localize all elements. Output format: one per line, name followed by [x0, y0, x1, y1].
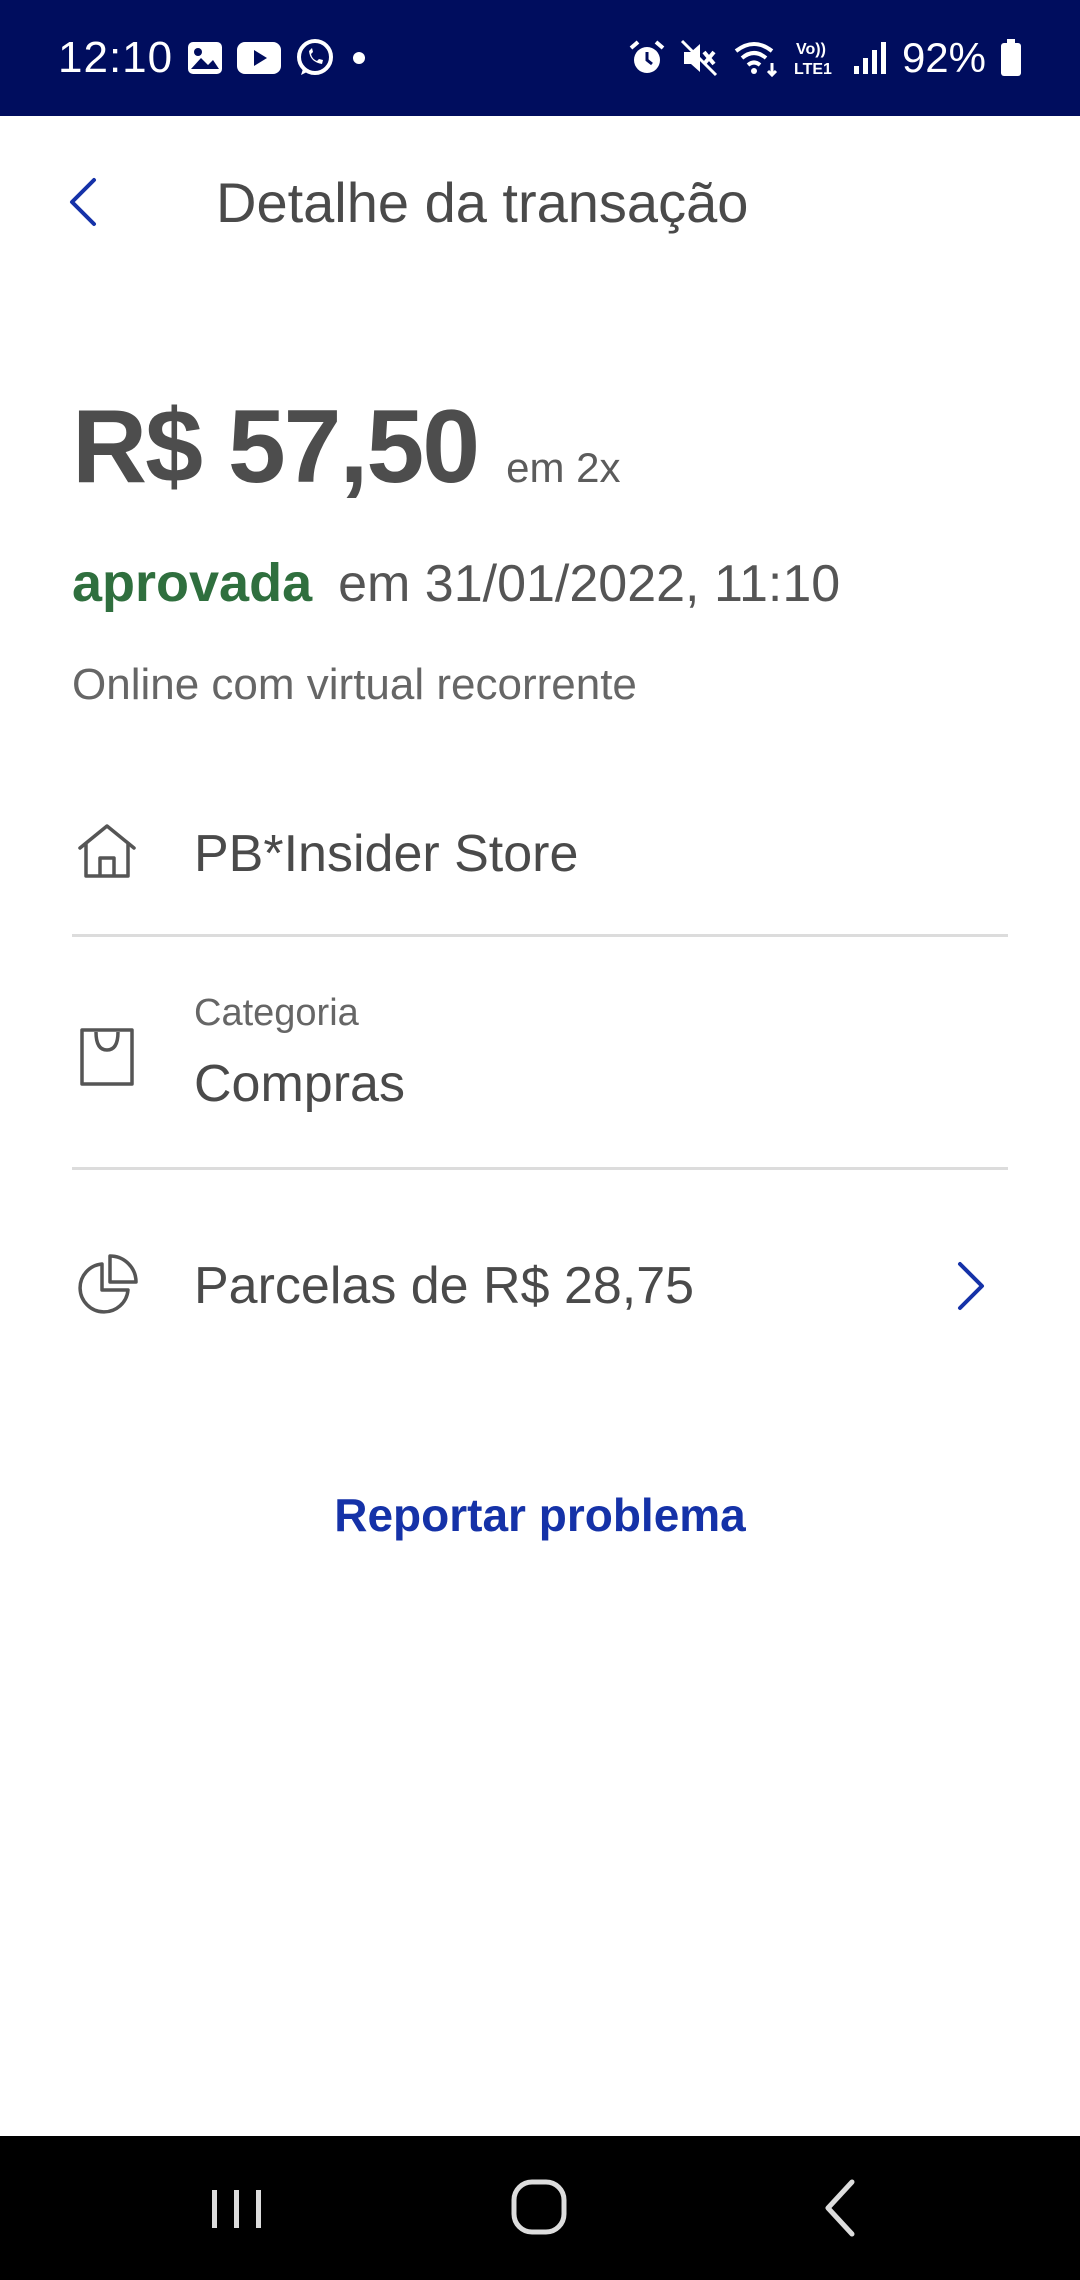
recents-icon: [212, 2190, 261, 2228]
signal-icon: [852, 40, 888, 76]
volte-icon: Vo)) LTE1: [794, 38, 838, 78]
category-value: Compras: [194, 1055, 405, 1113]
merchant-name: PB*Insider Store: [194, 825, 579, 883]
category-row: Categoria Compras: [72, 960, 1008, 1160]
mute-icon: [680, 39, 718, 77]
whatsapp-icon: [295, 38, 335, 78]
divider: [72, 1167, 1008, 1170]
gallery-icon: [187, 41, 223, 75]
installments-row[interactable]: Parcelas de R$ 28,75: [72, 1210, 1008, 1360]
dot-icon: [349, 48, 369, 68]
status-bar: 12:10 Vo)) LTE1 92%: [0, 0, 1080, 116]
wifi-icon: [732, 39, 780, 77]
navigation-bar: [0, 2136, 1080, 2280]
amount-row: R$ 57,50 em 2x: [72, 388, 620, 507]
status-row: aprovada em 31/01/2022, 11:10: [72, 552, 840, 614]
shopping-bag-icon: [72, 1022, 142, 1092]
transaction-amount: R$ 57,50: [72, 389, 480, 505]
alarm-icon: [628, 39, 666, 77]
divider: [72, 934, 1008, 937]
svg-text:LTE1: LTE1: [794, 61, 832, 78]
battery-percent: 92%: [901, 34, 986, 81]
store-icon: [72, 818, 142, 888]
chevron-left-icon: [70, 178, 96, 226]
status-time: 12:10: [58, 33, 174, 82]
system-back-button[interactable]: [800, 2172, 880, 2244]
app-header: Detalhe da transação: [0, 116, 1080, 292]
home-icon: [511, 2179, 567, 2235]
svg-text:Vo)): Vo)): [796, 41, 826, 58]
status-bar-left: 12:10: [58, 33, 369, 83]
installments-count: em 2x: [506, 444, 621, 491]
youtube-icon: [237, 42, 282, 74]
chevron-right-icon: [944, 1256, 994, 1316]
merchant-row: PB*Insider Store: [72, 800, 1008, 904]
report-problem-link[interactable]: Reportar problema: [0, 1488, 1080, 1542]
back-button[interactable]: [58, 172, 118, 232]
battery-icon: [1000, 39, 1022, 77]
transaction-date: em 31/01/2022, 11:10: [338, 555, 841, 613]
back-arrow-icon: [825, 2179, 855, 2237]
screen: 12:10 Vo)) LTE1 92% Detalhe da transação…: [0, 0, 1080, 2280]
page-title: Detalhe da transação: [216, 171, 749, 234]
home-button[interactable]: [500, 2172, 580, 2244]
status-bar-right: Vo)) LTE1 92%: [628, 34, 1022, 82]
transaction-type: Online com virtual recorrente: [72, 660, 637, 709]
pie-chart-icon: [72, 1250, 142, 1320]
recents-button[interactable]: [198, 2172, 278, 2244]
category-label: Categoria: [194, 992, 359, 1034]
installments-label: Parcelas de R$ 28,75: [194, 1257, 695, 1315]
status-badge: aprovada: [72, 553, 313, 613]
